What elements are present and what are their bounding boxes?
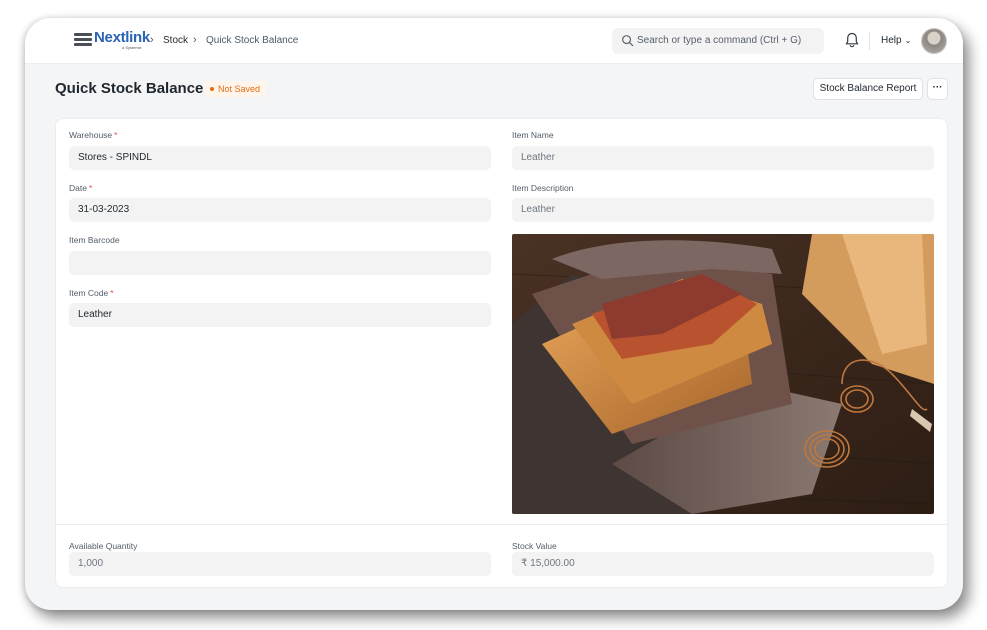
app-window: Nextlink a Systemix › Stock › Quick Stoc… bbox=[25, 18, 963, 610]
breadcrumb-current[interactable]: Quick Stock Balance bbox=[206, 35, 298, 46]
item-code-field[interactable]: Leather bbox=[69, 303, 491, 327]
chevron-right-icon: › bbox=[150, 34, 154, 46]
status-badge: Not Saved bbox=[205, 81, 267, 97]
search-input[interactable]: Search or type a command (Ctrl + G) bbox=[612, 28, 824, 54]
stock-balance-report-button[interactable]: Stock Balance Report bbox=[813, 78, 923, 100]
chevron-down-icon: ⌄ bbox=[904, 36, 912, 45]
navbar: Nextlink a Systemix › Stock › Quick Stoc… bbox=[25, 18, 963, 64]
stock-value-field: ₹ 15,000.00 bbox=[512, 552, 934, 576]
page-title: Quick Stock Balance bbox=[55, 80, 204, 97]
date-field[interactable]: 31-03-2023 bbox=[69, 198, 491, 222]
breadcrumb-stock[interactable]: Stock bbox=[163, 35, 188, 46]
item-image bbox=[512, 234, 934, 514]
more-button[interactable]: ··· bbox=[927, 78, 948, 100]
chevron-right-icon: › bbox=[193, 34, 197, 46]
date-label: Date * bbox=[69, 183, 93, 193]
stock-value-label: Stock Value bbox=[512, 541, 557, 551]
item-barcode-label: Item Barcode bbox=[69, 235, 120, 245]
logo-text: Nextlink bbox=[94, 29, 150, 46]
avatar[interactable] bbox=[921, 28, 947, 54]
available-quantity-label: Available Quantity bbox=[69, 541, 138, 551]
item-barcode-field[interactable] bbox=[69, 251, 491, 275]
help-label: Help bbox=[881, 35, 902, 46]
navbar-divider bbox=[869, 32, 870, 50]
search-placeholder: Search or type a command (Ctrl + G) bbox=[637, 35, 802, 46]
item-description-label: Item Description bbox=[512, 183, 574, 193]
bell-icon[interactable] bbox=[844, 31, 860, 49]
warehouse-field[interactable]: Stores - SPINDL bbox=[69, 146, 491, 170]
app-logo[interactable]: Nextlink a Systemix bbox=[74, 29, 150, 52]
available-quantity-field: 1,000 bbox=[69, 552, 491, 576]
item-code-label: Item Code * bbox=[69, 288, 114, 298]
help-dropdown[interactable]: Help ⌄ bbox=[881, 35, 911, 46]
search-icon bbox=[622, 35, 634, 47]
warehouse-label: Warehouse * bbox=[69, 130, 118, 140]
logo-mark-icon bbox=[74, 33, 92, 49]
item-name-field: Leather bbox=[512, 146, 934, 170]
form-card: Warehouse * Stores - SPINDL Date * 31-03-2… bbox=[55, 118, 948, 588]
item-description-field: Leather bbox=[512, 198, 934, 222]
section-divider bbox=[56, 524, 947, 525]
item-name-label: Item Name bbox=[512, 130, 554, 140]
logo-subtext: a Systemix bbox=[122, 45, 142, 50]
